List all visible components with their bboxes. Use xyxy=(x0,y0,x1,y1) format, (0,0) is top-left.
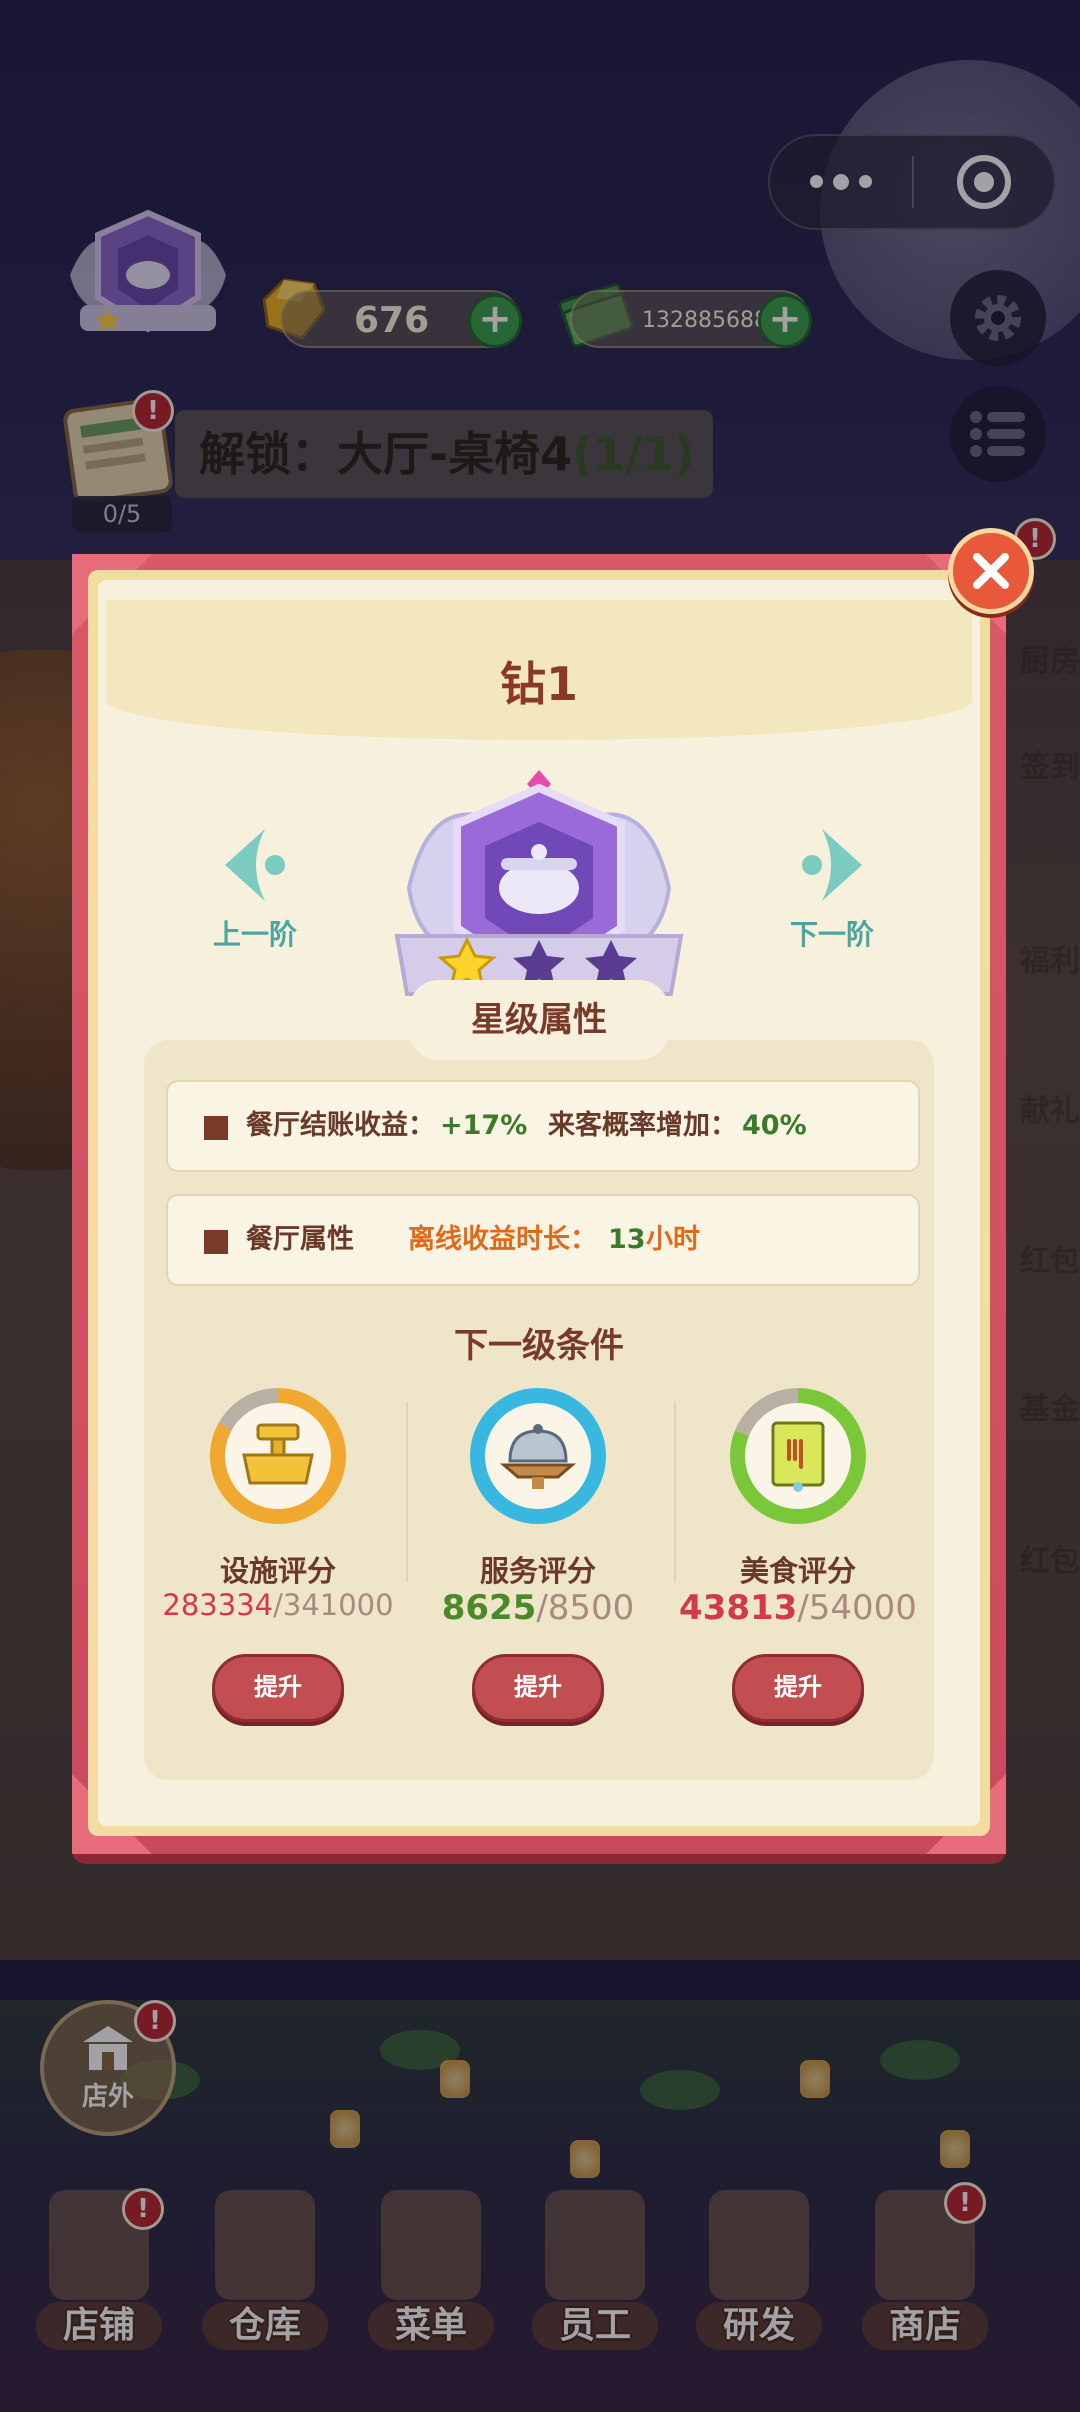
income-label: 餐厅结账收益 xyxy=(246,1110,408,1141)
upgrade-food-button[interactable]: 提升 xyxy=(732,1654,864,1722)
arrow-left-icon xyxy=(225,829,285,901)
food-progress-ring xyxy=(730,1388,866,1524)
next-rank-label: 下一阶 xyxy=(789,918,874,951)
facility-score-label: 设施评分 xyxy=(219,1554,336,1588)
condition-facility: 设施评分 283334/341000 提升 xyxy=(148,1388,408,1728)
recipe-book-icon xyxy=(771,1421,825,1492)
food-score-label: 美食评分 xyxy=(739,1554,856,1588)
upgrade-service-button[interactable]: 提升 xyxy=(472,1654,604,1722)
service-score-target: /8500 xyxy=(536,1588,635,1628)
guest-rate-value: 40% xyxy=(742,1110,807,1141)
bullet-icon xyxy=(204,1116,228,1140)
attribute-row-income: 餐厅结账收益 ： +17% 来客概率增加 ： 40% xyxy=(166,1080,920,1172)
service-score-current: 8625 xyxy=(441,1588,537,1628)
income-value: +17% xyxy=(440,1110,528,1141)
star-attributes-title: 星级属性 xyxy=(409,980,669,1060)
condition-service: 服务评分 8625/8500 提升 xyxy=(408,1388,668,1728)
service-score-label: 服务评分 xyxy=(479,1554,596,1588)
previous-rank-button[interactable]: 上一阶 xyxy=(190,825,320,953)
service-progress-ring xyxy=(470,1388,606,1524)
next-rank-button[interactable]: 下一阶 xyxy=(767,825,897,953)
close-button[interactable] xyxy=(948,528,1034,614)
bullet-icon xyxy=(204,1230,228,1254)
attribute-row-offline: 餐厅属性 离线收益时长： 13 小时 xyxy=(166,1194,920,1286)
facility-score-target: /341000 xyxy=(273,1588,394,1622)
offline-income-value: 13 xyxy=(608,1224,646,1255)
condition-food: 美食评分 43813/54000 提升 xyxy=(668,1388,928,1728)
facility-icon xyxy=(242,1423,314,1485)
restaurant-attribute-label: 餐厅属性 xyxy=(246,1224,354,1255)
facility-score-current: 283334 xyxy=(162,1588,274,1622)
previous-rank-label: 上一阶 xyxy=(212,918,297,951)
service-score: 8625/8500 xyxy=(408,1588,668,1628)
food-score-target: /54000 xyxy=(797,1588,917,1628)
food-score-current: 43813 xyxy=(679,1588,798,1628)
close-icon xyxy=(973,553,1009,589)
facility-score: 283334/341000 xyxy=(148,1588,408,1622)
upgrade-facility-button[interactable]: 提升 xyxy=(212,1654,344,1722)
offline-income-label: 离线收益时长： xyxy=(408,1224,597,1255)
next-level-conditions-title: 下一级条件 xyxy=(454,1326,624,1366)
arrow-right-icon xyxy=(802,829,862,901)
facility-progress-ring xyxy=(210,1388,346,1524)
serving-cloche-icon xyxy=(499,1424,577,1489)
rank-title: 钻1 xyxy=(499,657,578,711)
offline-income-unit: 小时 xyxy=(646,1224,700,1255)
food-score: 43813/54000 xyxy=(668,1588,928,1628)
rank-detail-dialog: 钻1 上一阶 下一阶 星级属性 餐厅结账收益 ： +17% 来客概率增加 ： 4… xyxy=(62,528,1034,1870)
guest-rate-label: 来客概率增加 xyxy=(548,1110,710,1141)
